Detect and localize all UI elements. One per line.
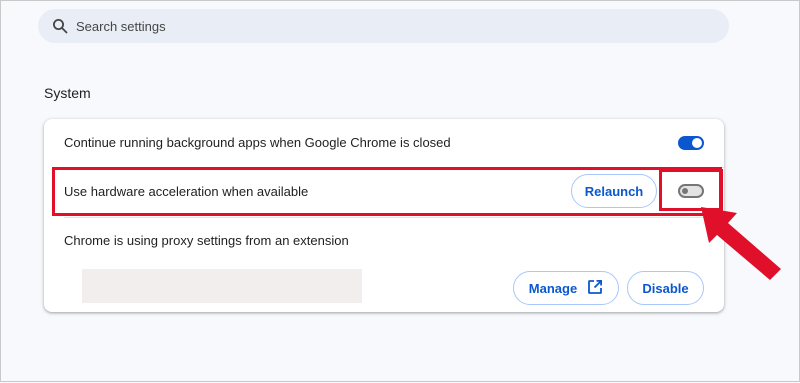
background-apps-toggle[interactable] bbox=[678, 136, 704, 150]
manage-button-label: Manage bbox=[528, 280, 578, 296]
redacted-block bbox=[82, 269, 362, 303]
hardware-acceleration-label: Use hardware acceleration when available bbox=[64, 184, 309, 199]
disable-button[interactable]: Disable bbox=[627, 271, 704, 305]
hardware-acceleration-toggle[interactable] bbox=[678, 184, 704, 198]
manage-button[interactable]: Manage bbox=[513, 271, 619, 305]
row-divider bbox=[64, 217, 724, 218]
open-in-new-icon bbox=[587, 279, 603, 298]
proxy-settings-label: Chrome is using proxy settings from an e… bbox=[64, 233, 349, 248]
background-apps-label: Continue running background apps when Go… bbox=[64, 135, 451, 150]
system-settings-card: Continue running background apps when Go… bbox=[44, 119, 724, 312]
search-icon bbox=[52, 18, 68, 34]
row-divider bbox=[64, 167, 724, 168]
search-input[interactable] bbox=[76, 18, 676, 34]
section-title: System bbox=[44, 85, 91, 101]
relaunch-button[interactable]: Relaunch bbox=[571, 174, 657, 208]
toggle-knob bbox=[692, 138, 702, 148]
search-bar[interactable] bbox=[38, 9, 729, 43]
toggle-knob bbox=[682, 188, 688, 194]
